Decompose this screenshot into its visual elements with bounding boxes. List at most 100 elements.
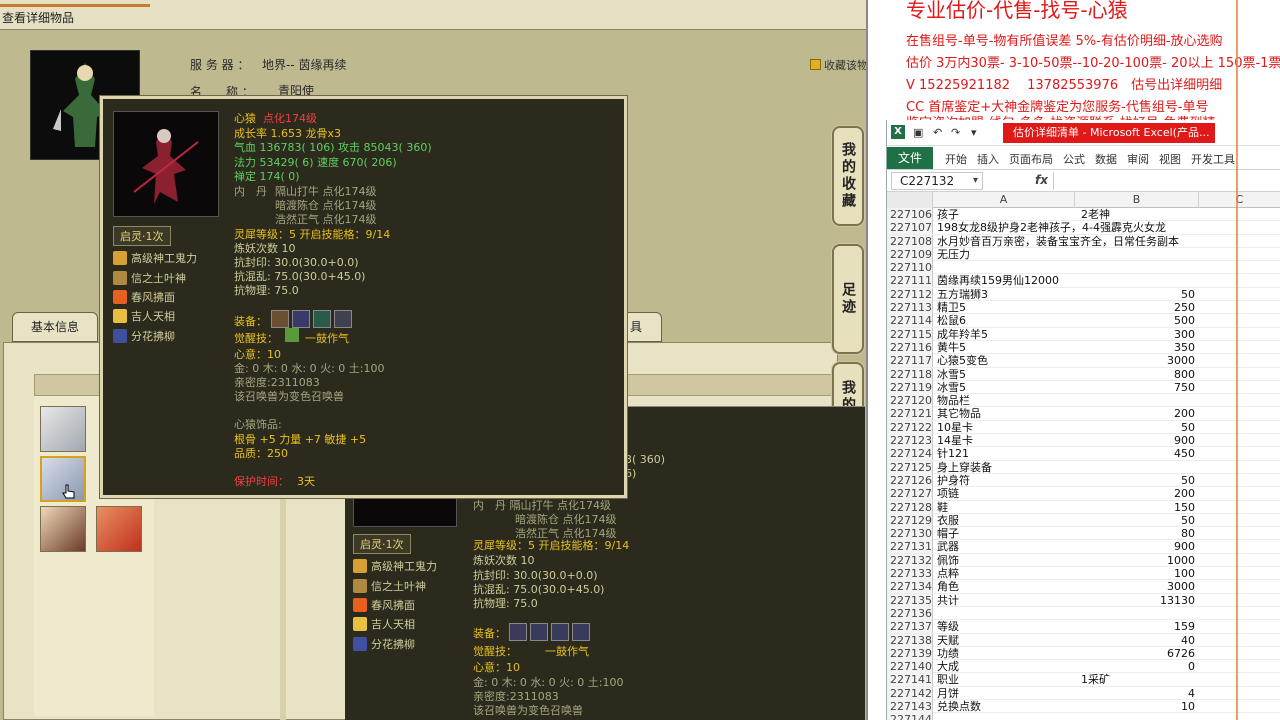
- tab-developer[interactable]: 开发工具: [1191, 151, 1235, 167]
- sheet-row[interactable]: 227138 天赋 40: [887, 633, 1280, 647]
- row-number[interactable]: 227112: [887, 287, 933, 301]
- row-number[interactable]: 227129: [887, 513, 933, 527]
- sheet-row[interactable]: 227142 月饼 4: [887, 686, 1280, 700]
- cell-b[interactable]: 250: [1077, 301, 1197, 314]
- redo-icon[interactable]: ↷: [951, 126, 960, 139]
- cell-b[interactable]: 200: [1077, 487, 1197, 500]
- file-tab[interactable]: 文件: [887, 147, 933, 169]
- row-number[interactable]: 227123: [887, 434, 933, 448]
- row-number[interactable]: 227109: [887, 247, 933, 261]
- cell-b[interactable]: 900: [1077, 434, 1197, 447]
- row-number[interactable]: 227116: [887, 340, 933, 354]
- row-number[interactable]: 227139: [887, 646, 933, 660]
- select-all-corner[interactable]: [887, 192, 933, 208]
- cell-b[interactable]: 50: [1077, 474, 1197, 487]
- sheet-row[interactable]: 227115 成年羚羊5 300: [887, 327, 1280, 341]
- sheet-row[interactable]: 227111 茵缘再续159男仙12000: [887, 274, 1280, 288]
- cell-b[interactable]: 50: [1077, 421, 1197, 434]
- row-number[interactable]: 227130: [887, 527, 933, 541]
- cell-b[interactable]: 0: [1077, 660, 1197, 673]
- tab-page-layout[interactable]: 页面布局: [1009, 151, 1053, 167]
- sheet-row[interactable]: 227106 孩子 2老神: [887, 208, 1280, 222]
- sheet-row[interactable]: 227124 针121 450: [887, 447, 1280, 461]
- sheet-row[interactable]: 227125 身上穿装备: [887, 460, 1280, 474]
- row-number[interactable]: 227118: [887, 367, 933, 381]
- row-number[interactable]: 227131: [887, 540, 933, 554]
- row-number[interactable]: 227143: [887, 699, 933, 713]
- cell-a[interactable]: 兑换点数: [935, 700, 1075, 713]
- tab-view[interactable]: 视图: [1159, 151, 1181, 167]
- sheet-row[interactable]: 227119 冰雪5 750: [887, 380, 1280, 395]
- sheet-row[interactable]: 227126 护身符 50: [887, 473, 1280, 488]
- cell-b[interactable]: 1采矿: [1081, 673, 1110, 686]
- cell-a[interactable]: 鞋: [935, 501, 1075, 514]
- cell-a[interactable]: 功绩: [935, 647, 1075, 660]
- row-number[interactable]: 227138: [887, 633, 933, 647]
- name-box[interactable]: C227132: [891, 172, 983, 190]
- cell-a[interactable]: 护身符: [935, 474, 1075, 487]
- cell-b[interactable]: 80: [1077, 527, 1197, 540]
- sheet-row[interactable]: 227132 佩饰 1000: [887, 553, 1280, 568]
- sheet-row[interactable]: 227107 198女龙8级护身2老神孩子，4-4强霹克火女龙: [887, 221, 1280, 235]
- cell-a[interactable]: 其它物品: [935, 407, 1075, 420]
- sheet-row[interactable]: 227135 共计 13130: [887, 593, 1280, 607]
- row-number[interactable]: 227125: [887, 460, 933, 474]
- row-number[interactable]: 227114: [887, 314, 933, 328]
- cell-a[interactable]: 冰雪5: [935, 381, 1075, 394]
- row-number[interactable]: 227132: [887, 553, 933, 567]
- row-number[interactable]: 227117: [887, 354, 933, 368]
- cell-a[interactable]: 物品栏: [935, 394, 1075, 407]
- cell-b[interactable]: 150: [1077, 501, 1197, 514]
- cell-b[interactable]: 3000: [1077, 580, 1197, 593]
- cell-a[interactable]: 松鼠6: [935, 314, 1075, 327]
- row-number[interactable]: 227140: [887, 660, 933, 674]
- cell-b[interactable]: 4: [1077, 687, 1197, 700]
- sheet-row[interactable]: 227108 水月妙音百万亲密，装备宝宝齐全，日常任务副本: [887, 234, 1280, 248]
- cell-a[interactable]: 职业: [935, 673, 1075, 686]
- pet-eagle-thumbnail[interactable]: [40, 406, 86, 452]
- quick-access-chevron-icon[interactable]: ▾: [971, 126, 977, 139]
- sheet-row[interactable]: 227117 心猿5变色 3000: [887, 354, 1280, 368]
- cell-b[interactable]: 50: [1077, 514, 1197, 527]
- sheet-row[interactable]: 227134 角色 3000: [887, 580, 1280, 594]
- row-number[interactable]: 227120: [887, 394, 933, 408]
- cell-b[interactable]: 40: [1077, 634, 1197, 647]
- sheet-row[interactable]: 227122 10星卡 50: [887, 420, 1280, 435]
- cell-a[interactable]: 点粹: [935, 567, 1075, 580]
- sheet-row[interactable]: 227129 衣服 50: [887, 513, 1280, 528]
- cell-a[interactable]: 衣服: [935, 514, 1075, 527]
- sheet-row[interactable]: 227141 职业 1采矿: [887, 673, 1280, 687]
- cell-a[interactable]: 茵缘再续159男仙12000: [935, 274, 1075, 287]
- cell-b[interactable]: 50: [1077, 288, 1197, 301]
- row-number[interactable]: 227121: [887, 407, 933, 421]
- fx-icon[interactable]: fx: [1035, 173, 1048, 187]
- cell-b[interactable]: 200: [1077, 407, 1197, 420]
- sheet-row[interactable]: 227143 兑换点数 10: [887, 699, 1280, 714]
- tab-basic-info[interactable]: 基本信息: [12, 312, 98, 342]
- cell-b[interactable]: 800: [1077, 368, 1197, 381]
- sheet-row[interactable]: 227121 其它物品 200: [887, 407, 1280, 421]
- cell-b[interactable]: 300: [1077, 328, 1197, 341]
- cell-b[interactable]: 450: [1077, 447, 1197, 460]
- sheet-row[interactable]: 227116 黄牛5 350: [887, 340, 1280, 355]
- tab-home[interactable]: 开始: [945, 151, 967, 167]
- cell-b[interactable]: 10: [1077, 700, 1197, 713]
- cell-a[interactable]: 角色: [935, 580, 1075, 593]
- save-icon[interactable]: ▣: [913, 126, 923, 139]
- cell-a[interactable]: 14星卡: [935, 434, 1075, 447]
- cell-a[interactable]: 佩饰: [935, 554, 1075, 567]
- cell-a[interactable]: 大成: [935, 660, 1075, 673]
- cell-a[interactable]: 黄牛5: [935, 341, 1075, 354]
- cell-a[interactable]: 等级: [935, 620, 1075, 633]
- cell-a[interactable]: 心猿5变色: [935, 354, 1075, 367]
- row-number[interactable]: 227136: [887, 606, 933, 620]
- row-number[interactable]: 227144: [887, 713, 933, 720]
- cell-b[interactable]: 2老神: [1081, 208, 1110, 221]
- row-number[interactable]: 227111: [887, 274, 933, 288]
- row-number[interactable]: 227107: [887, 221, 933, 235]
- cell-a[interactable]: 月饼: [935, 687, 1075, 700]
- cell-a[interactable]: 水月妙音百万亲密，装备宝宝齐全，日常任务副本: [935, 235, 1179, 248]
- cell-b[interactable]: 100: [1077, 567, 1197, 580]
- row-number[interactable]: 227137: [887, 620, 933, 634]
- cell-a[interactable]: 针121: [935, 447, 1075, 460]
